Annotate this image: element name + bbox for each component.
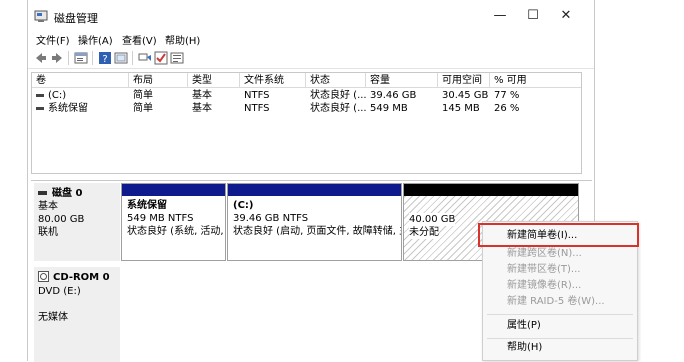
forward-icon[interactable] xyxy=(50,51,64,65)
partition-c-drive[interactable]: (C:) 39.46 GB NTFS 状态良好 (启动, 页面文件, 故障转储,… xyxy=(227,183,402,261)
cell-volume: (C:) xyxy=(48,90,67,101)
settings-icon[interactable] xyxy=(170,51,184,65)
cell-percent-free: 77 % xyxy=(494,90,520,101)
partition-bar xyxy=(404,184,578,196)
cdrom-type: DVD (E:) xyxy=(38,286,81,297)
table-row[interactable]: 系统保留 简单 基本 NTFS 状态良好 (... 549 MB 145 MB … xyxy=(32,102,581,115)
properties-icon[interactable] xyxy=(74,51,88,65)
minimize-button[interactable]: — xyxy=(486,6,514,26)
partition-status: 状态良好 (系统, 活动, 主 xyxy=(127,226,225,237)
menu-properties[interactable]: 属性(P) xyxy=(483,316,637,336)
close-button[interactable]: ✕ xyxy=(552,6,580,26)
disk-0-label[interactable]: 磁盘 0 基本 80.00 GB 联机 xyxy=(34,183,120,261)
column-header-volume[interactable]: 卷 xyxy=(32,73,129,88)
volume-icon xyxy=(36,107,44,110)
cell-status: 状态良好 (... xyxy=(310,103,367,114)
cell-filesystem: NTFS xyxy=(244,90,270,101)
cell-filesystem: NTFS xyxy=(244,103,270,114)
toolbar-separator xyxy=(92,51,93,65)
refresh-icon[interactable] xyxy=(114,51,128,65)
check-icon[interactable] xyxy=(154,51,168,65)
column-header-free-space[interactable]: 可用空间 xyxy=(438,73,490,88)
partition-bar xyxy=(122,184,225,196)
title-bar: 磁盘管理 — ☐ ✕ xyxy=(28,0,594,32)
cdrom-0-label[interactable]: CD-ROM 0 DVD (E:) 无媒体 xyxy=(34,267,120,362)
menu-help-item[interactable]: 帮助(H) xyxy=(483,338,637,358)
partition-status: 状态良好 (启动, 页面文件, 故障转储, 主分 xyxy=(233,226,401,237)
maximize-button[interactable]: ☐ xyxy=(519,6,547,26)
column-header-layout[interactable]: 布局 xyxy=(129,73,188,88)
menu-help[interactable]: 帮助(H) xyxy=(165,32,200,47)
cell-capacity: 549 MB xyxy=(370,103,408,114)
svg-text:?: ? xyxy=(102,54,107,65)
column-header-capacity[interactable]: 容量 xyxy=(366,73,438,88)
toolbar: ? xyxy=(28,48,594,69)
menu-new-raid5-volume[interactable]: 新建 RAID-5 卷(W)... xyxy=(483,292,637,312)
menu-file[interactable]: 文件(F) xyxy=(36,32,70,47)
table-row[interactable]: (C:) 简单 基本 NTFS 状态良好 (... 39.46 GB 30.45… xyxy=(32,89,581,102)
partition-system-reserved[interactable]: 系统保留 549 MB NTFS 状态良好 (系统, 活动, 主 xyxy=(121,183,226,261)
menu-view[interactable]: 查看(V) xyxy=(122,32,157,47)
cell-type: 基本 xyxy=(192,90,212,101)
cdrom-name: CD-ROM 0 xyxy=(53,272,110,283)
disk-management-icon xyxy=(34,10,48,22)
column-header-type[interactable]: 类型 xyxy=(188,73,240,88)
toolbar-separator xyxy=(68,51,69,65)
back-icon[interactable] xyxy=(34,51,48,65)
cell-volume: 系统保留 xyxy=(48,103,88,114)
cell-free-space: 30.45 GB xyxy=(442,90,489,101)
column-header-filesystem[interactable]: 文件系统 xyxy=(240,73,306,88)
cell-layout: 简单 xyxy=(133,90,153,101)
help-icon[interactable]: ? xyxy=(98,51,112,65)
toolbar-separator xyxy=(132,51,133,65)
cdrom-status: 无媒体 xyxy=(38,312,68,323)
cdrom-icon xyxy=(38,271,49,282)
menu-separator xyxy=(487,314,633,315)
cell-type: 基本 xyxy=(192,103,212,114)
disk-icon xyxy=(38,191,47,195)
partition-bar xyxy=(228,184,401,196)
column-header-percent-free[interactable]: % 可用 xyxy=(490,73,581,88)
menu-bar: 文件(F) 操作(A) 查看(V) 帮助(H) xyxy=(28,32,594,47)
column-header-status[interactable]: 状态 xyxy=(306,73,366,88)
partition-name: 系统保留 xyxy=(127,200,167,211)
partition-detail: 40.00 GB xyxy=(409,213,456,226)
cell-capacity: 39.46 GB xyxy=(370,90,417,101)
disk-type: 基本 xyxy=(38,201,58,212)
cell-free-space: 145 MB xyxy=(442,103,480,114)
partition-name: (C:) xyxy=(233,200,254,211)
disk-size: 80.00 GB xyxy=(38,214,85,225)
volume-icon xyxy=(36,94,44,97)
rescan-icon[interactable] xyxy=(138,51,152,65)
cell-status: 状态良好 (... xyxy=(310,90,367,101)
highlight-box xyxy=(478,223,639,247)
partition-detail: 549 MB NTFS xyxy=(127,213,194,224)
volume-list: 卷 布局 类型 文件系统 状态 容量 可用空间 % 可用 (C:) 简单 基本 … xyxy=(31,72,582,174)
window-title: 磁盘管理 xyxy=(54,12,98,25)
partition-status: 未分配 xyxy=(409,226,439,239)
menu-action[interactable]: 操作(A) xyxy=(78,32,113,47)
partition-detail: 39.46 GB NTFS xyxy=(233,213,309,224)
disk-status: 联机 xyxy=(38,227,58,238)
cell-layout: 简单 xyxy=(133,103,153,114)
disk-name: 磁盘 0 xyxy=(52,188,83,199)
cell-percent-free: 26 % xyxy=(494,103,520,114)
